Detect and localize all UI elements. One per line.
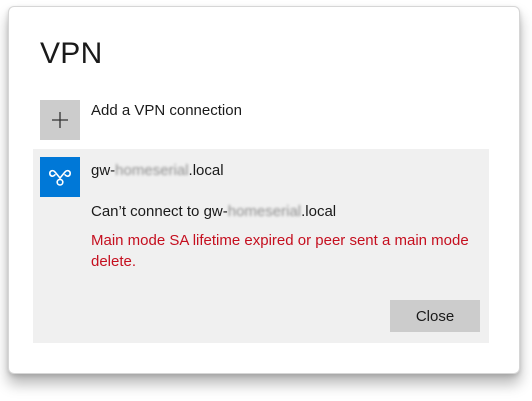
add-vpn-connection-label: Add a VPN connection <box>91 102 242 119</box>
vpn-name-suffix: .local <box>188 162 224 179</box>
add-vpn-connection-button[interactable]: Add a VPN connection <box>40 100 480 140</box>
redacted-hostname: homeserial <box>115 162 189 179</box>
vpn-tile <box>40 157 80 197</box>
vpn-icon <box>48 169 72 186</box>
vpn-connection-name: gw-homeserial.local <box>91 162 224 179</box>
vpn-error-message: Main mode SA lifetime expired or peer se… <box>91 232 469 270</box>
redacted-hostname: homeserial <box>227 203 302 220</box>
plus-icon <box>52 112 68 128</box>
status-suffix: .local <box>301 203 337 220</box>
close-button[interactable]: Close <box>390 300 480 332</box>
add-tile <box>40 100 80 140</box>
status-prefix: Can’t connect to gw- <box>91 203 228 220</box>
vpn-connection-item[interactable]: gw-homeserial.local Can’t connect to gw-… <box>33 149 489 343</box>
vpn-name-prefix: gw- <box>91 162 116 179</box>
vpn-settings-panel: VPN Add a VPN connection gw-homeserial.l… <box>8 6 520 374</box>
vpn-connection-status: Can’t connect to gw-homeserial.local <box>91 203 336 220</box>
page-title: VPN <box>40 37 103 70</box>
